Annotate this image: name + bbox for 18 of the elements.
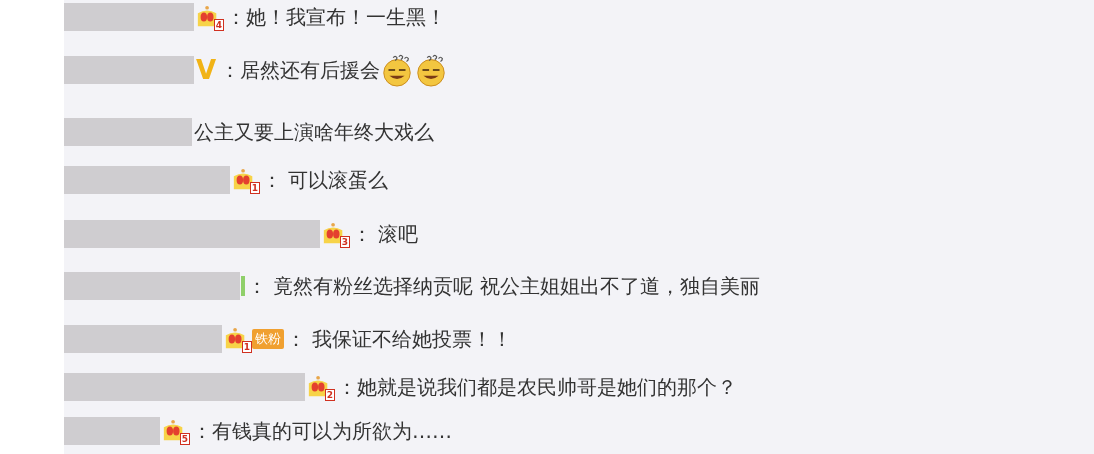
level-number: 3 (339, 236, 350, 248)
comment-text: ：居然还有后援会 (219, 56, 381, 84)
comment-text: ： 我保证不给她投票！！ (285, 325, 513, 353)
comment-text: ：有钱真的可以为所欲为…… (191, 417, 452, 445)
level-number: 1 (241, 341, 252, 353)
comment-text: ：她就是说我们都是农民帅哥是她们的那个？ (336, 373, 737, 401)
level-number: 4 (213, 19, 224, 31)
comment-text: ： 竟然有粉丝选择纳贡呢 祝公主姐姐出不了道，独自美丽 (246, 272, 760, 300)
level-number: 1 (249, 182, 260, 194)
fan-badge: 铁粉 (252, 329, 284, 349)
comment-text: 公主又要上演啥年终大戏么 (193, 118, 434, 146)
level-number: 5 (179, 433, 190, 445)
comment-text: ：她！我宣布！一生黑！ (225, 3, 446, 31)
vip-mark: V (195, 56, 218, 84)
level-number: 2 (324, 389, 335, 401)
comment-text: ： 可以滚蛋么 (261, 166, 389, 194)
badge-edge-icon (241, 276, 245, 296)
comment-text: ： 滚吧 (351, 220, 419, 248)
